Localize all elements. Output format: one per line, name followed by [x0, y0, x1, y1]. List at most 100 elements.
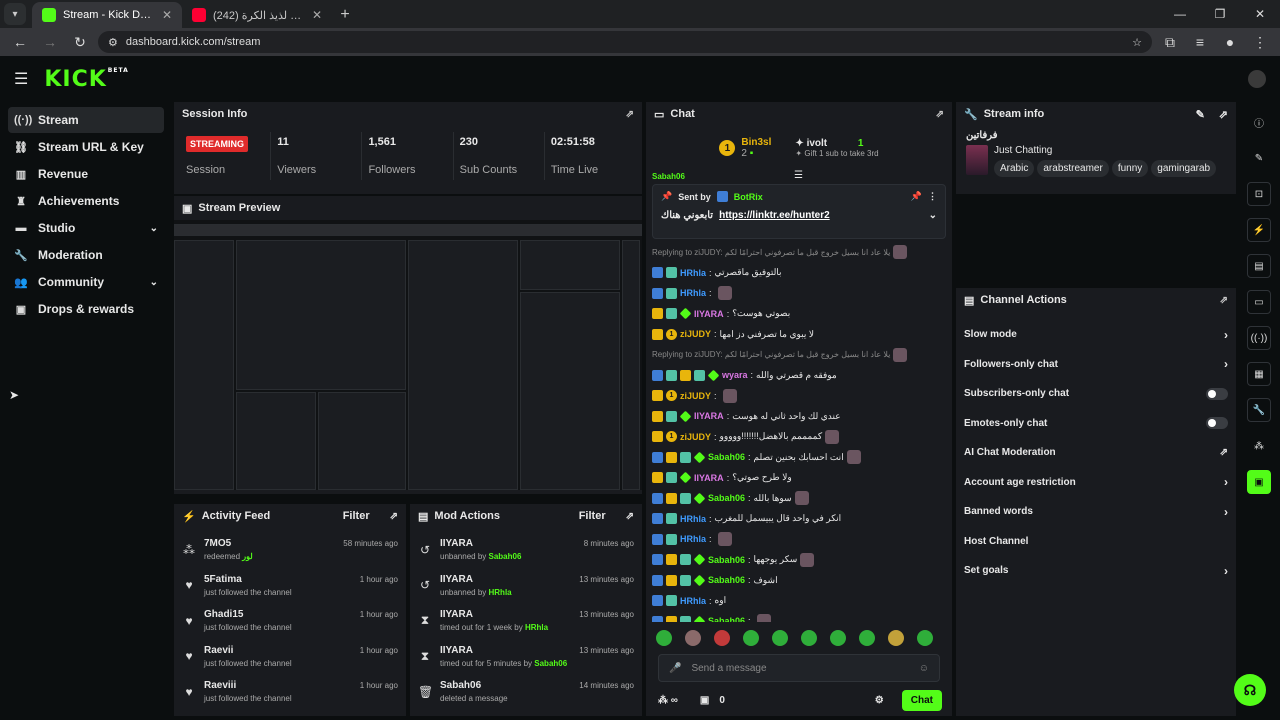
chat-message[interactable]: Sabah06: انت احسابك بحنين تصلم — [652, 447, 946, 468]
row-username[interactable]: 5Fatima — [204, 574, 352, 585]
chat-message[interactable]: HRhla: بالتوفيق ماقصرتي — [652, 263, 946, 284]
gift-box-icon[interactable]: ▣ — [700, 695, 709, 706]
filter-button[interactable]: Filter — [343, 510, 370, 522]
channel-action-subscribers-only-chat[interactable]: Subscribers-only chat — [956, 379, 1236, 409]
extensions-icon[interactable]: ⧉ — [1158, 30, 1182, 54]
row-username[interactable]: IIYARA — [440, 645, 571, 656]
chat-message[interactable]: IIYARA: ولا طرح صوتي؟ — [652, 468, 946, 489]
channel-action-emotes-only-chat[interactable]: Emotes-only chat — [956, 409, 1236, 439]
channel-action-set-goals[interactable]: Set goals › — [956, 556, 1236, 586]
chat-message[interactable]: HRhla: انكر في واحد قال يبيسمل للمغرب — [652, 509, 946, 530]
tab-search-icon[interactable]: ▾ — [4, 3, 26, 25]
sidebar-item-achievements[interactable]: ♜ Achievements — [8, 188, 164, 214]
chat-username[interactable]: Sabah06 — [708, 555, 745, 565]
sidebar-item-community[interactable]: 👥 Community ⌄ — [8, 269, 164, 295]
chat-message[interactable]: HRhla: — [652, 283, 946, 304]
chat-username[interactable]: Sabah06 — [708, 575, 745, 585]
send-chat-button[interactable]: Chat — [901, 689, 942, 711]
screenshot-icon[interactable]: ⊡ — [1247, 182, 1271, 206]
chat-username[interactable]: IIYARA — [694, 473, 724, 483]
maximize-icon[interactable]: ❐ — [1200, 0, 1240, 28]
chat-message[interactable]: Sabah06: سكر يوجهها — [652, 550, 946, 571]
channel-action-ai-chat-moderation[interactable]: AI Chat Moderation ⇗ — [956, 438, 1236, 468]
user-avatar[interactable] — [1248, 70, 1266, 88]
popout-icon[interactable]: ⇗ — [390, 511, 398, 522]
sidebar-item-studio[interactable]: ▬ Studio ⌄ — [8, 215, 164, 241]
browser-tab-youtube[interactable]: (242) عمر العيسى - دع لذيذ الكرة ✕ — [182, 2, 332, 28]
chevron-down-icon[interactable]: ⌄ — [150, 277, 158, 288]
chat-username[interactable]: ziJUDY — [680, 329, 711, 339]
hamburger-menu-icon[interactable]: ☰ — [14, 69, 28, 89]
chat-username[interactable]: Sabah06 — [708, 493, 745, 503]
chat-username[interactable]: wyara — [722, 370, 748, 380]
chat-username[interactable]: Sabah06 — [708, 452, 745, 462]
chat-message[interactable]: 1 ziJUDY: كممممم بالاهضل!!!!!!!ووووو — [652, 427, 946, 448]
back-icon[interactable]: ← — [8, 30, 32, 54]
popout-icon[interactable]: ⇗ — [936, 109, 944, 120]
people-icon[interactable]: ⁂ — [1247, 434, 1271, 458]
row-username[interactable]: 7MO5 — [204, 538, 335, 549]
chat-username[interactable]: ziJUDY — [680, 391, 711, 401]
chat-username[interactable]: HRhla — [680, 596, 706, 606]
url-field[interactable]: ⚙ dashboard.kick.com/stream ☆ — [98, 31, 1152, 53]
chat-message[interactable]: Sabah06: اشوف — [652, 570, 946, 591]
chat-message[interactable]: 1 ziJUDY: لا يبوي ما تصرفني دز امها — [652, 324, 946, 345]
browser-menu-icon[interactable]: ⋮ — [1248, 30, 1272, 54]
close-window-icon[interactable]: ✕ — [1240, 0, 1280, 28]
chat-username[interactable]: HRhla — [680, 534, 706, 544]
emote-icon[interactable] — [888, 630, 904, 646]
chat-settings-icon[interactable]: ⚙ — [875, 695, 884, 706]
chat-message[interactable]: 1 ziJUDY: — [652, 386, 946, 407]
chat-message[interactable]: Sabah06: — [652, 611, 946, 622]
popout-icon[interactable]: ⇗ — [1220, 295, 1228, 306]
unpin-icon[interactable]: 📌 — [911, 191, 922, 202]
row-highlight[interactable]: HRhla — [489, 588, 512, 597]
media-icon[interactable]: ≡ — [1188, 30, 1212, 54]
sidebar-item-stream-url-key[interactable]: ⛓ Stream URL & Key — [8, 134, 164, 160]
chevron-down-icon[interactable]: ⌄ — [150, 223, 158, 234]
chat-message[interactable]: IIYARA: بصوتي هوست؟ — [652, 304, 946, 325]
chat-message[interactable]: HRhla: اوه — [652, 591, 946, 612]
row-username[interactable]: IIYARA — [440, 609, 571, 620]
sidebar-item-moderation[interactable]: 🔧 Moderation — [8, 242, 164, 268]
row-highlight[interactable]: لور — [242, 552, 252, 561]
support-headset-icon[interactable]: ☊ — [1234, 674, 1266, 706]
chat-username[interactable]: HRhla — [680, 268, 706, 278]
channel-action-slow-mode[interactable]: Slow mode › — [956, 320, 1236, 350]
chevron-down-icon[interactable]: ⌄ — [929, 210, 937, 221]
info-icon[interactable]: ⓘ — [1247, 110, 1271, 134]
channel-action-followers-only-chat[interactable]: Followers-only chat › — [956, 350, 1236, 380]
emote-icon[interactable] — [859, 630, 875, 646]
reload-icon[interactable]: ↻ — [68, 30, 92, 54]
chat-messages[interactable]: Replying to ziJUDY: يلا عاد انا بسيل خرو… — [652, 242, 946, 622]
edit-pencil-icon[interactable]: ✎ — [1196, 108, 1205, 121]
chat-username[interactable]: IIYARA — [694, 309, 724, 319]
chat-message[interactable]: IIYARA: عندي لك واحد ثاني له هوست — [652, 406, 946, 427]
sidebar-item-drops-rewards[interactable]: ▣ Drops & rewards — [8, 296, 164, 322]
chat-input-field[interactable]: 🎤 Send a message ☺ — [658, 654, 940, 682]
emote-icon[interactable] — [743, 630, 759, 646]
row-username[interactable]: Raeviii — [204, 680, 352, 691]
emote-icon[interactable] — [714, 630, 730, 646]
site-info-icon[interactable]: ⚙ — [108, 36, 118, 49]
wrench-icon[interactable]: 🔧 — [1247, 398, 1271, 422]
chat-bubble-icon[interactable]: ▭ — [1247, 290, 1271, 314]
broadcast-icon[interactable]: ((·)) — [1247, 326, 1271, 350]
stream-preview-video[interactable] — [174, 220, 642, 490]
channel-action-host-channel[interactable]: Host Channel — [956, 527, 1236, 557]
game-icon[interactable]: ▣ — [1247, 470, 1271, 494]
emoji-picker-icon[interactable]: ☺ — [919, 663, 929, 674]
pencil-icon[interactable]: ✎ — [1247, 146, 1271, 170]
profile-icon[interactable]: ● — [1218, 30, 1242, 54]
lightning-icon[interactable]: ⚡ — [1247, 218, 1271, 242]
channel-action-account-age-restriction[interactable]: Account age restriction › — [956, 468, 1236, 498]
sidebar-item-stream[interactable]: ((·)) Stream — [8, 107, 164, 133]
row-username[interactable]: Ghadi15 — [204, 609, 352, 620]
chat-message[interactable]: HRhla: — [652, 529, 946, 550]
row-highlight[interactable]: Sabah06 — [534, 659, 567, 668]
microphone-icon[interactable]: 🎤 — [669, 663, 681, 674]
filter-lines-icon[interactable]: ☰ — [794, 170, 803, 181]
chat-message[interactable]: wyara: موفقه م قصرتي والله — [652, 365, 946, 386]
layout-icon[interactable]: ▦ — [1247, 362, 1271, 386]
emote-icon[interactable] — [685, 630, 701, 646]
